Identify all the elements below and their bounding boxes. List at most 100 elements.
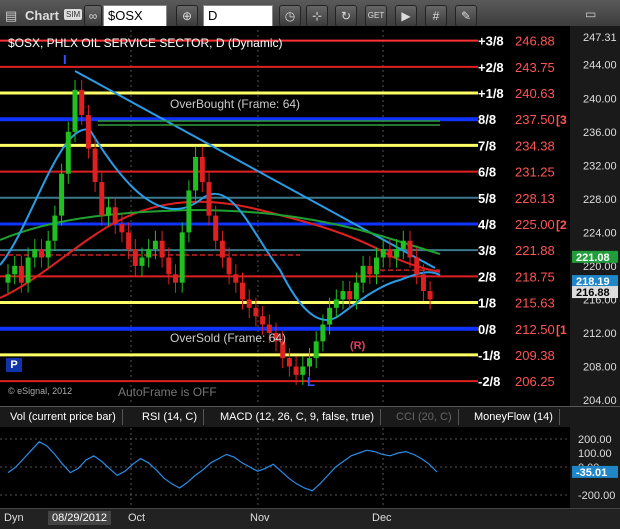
candle-body <box>327 307 333 325</box>
price-axis-label: 208.00 <box>583 361 617 373</box>
murrey-label: 3/8 <box>478 243 496 258</box>
candle-body <box>159 240 165 258</box>
candle-body <box>380 249 386 258</box>
candle-body <box>420 274 426 292</box>
copyright-label: © eSignal, 2012 <box>8 386 73 396</box>
refresh-icon[interactable]: ↻ <box>335 5 357 27</box>
tab-volume[interactable]: Vol (current price bar) <box>4 409 123 425</box>
low-marker: L <box>307 374 315 389</box>
price-tag-text: 221.08 <box>576 252 610 264</box>
tab-cci[interactable]: CCI (20, C) <box>390 409 459 425</box>
play-icon[interactable]: ▶ <box>395 5 417 27</box>
tab-moneyflow[interactable]: MoneyFlow (14) <box>468 409 560 425</box>
high-marker: I <box>63 52 67 67</box>
candle-body <box>293 366 299 375</box>
candle-body <box>139 257 145 266</box>
murrey-value: 243.75 <box>515 60 555 75</box>
candle-body <box>253 307 259 317</box>
candle-body <box>367 265 373 275</box>
get-button[interactable]: GET <box>365 5 387 27</box>
price-tag-text: 216.88 <box>576 287 610 299</box>
cci-axis-label: -200.00 <box>578 490 615 502</box>
candle-body <box>260 316 266 325</box>
murrey-value: 218.75 <box>515 269 555 284</box>
grid-icon[interactable]: # <box>425 5 447 27</box>
date-readout: 08/29/2012 <box>48 511 112 525</box>
candle-body <box>427 291 433 300</box>
candle-body <box>186 190 192 233</box>
price-axis-label: 244.00 <box>583 60 617 72</box>
price-axis-label: 247.31 <box>583 32 617 44</box>
zoom-icon[interactable]: ◷ <box>279 5 301 27</box>
tab-rsi[interactable]: RSI (14, C) <box>136 409 205 425</box>
cci-axis-label: 200.00 <box>578 434 612 446</box>
candle-body <box>18 265 24 283</box>
cci-pane[interactable]: 200.00100.000.00-200.00-35.01 <box>0 427 620 508</box>
autoframe-label: AutoFrame is OFF <box>118 385 217 399</box>
candle-body <box>5 274 11 283</box>
candle-body <box>333 299 339 308</box>
candle-body <box>347 291 353 300</box>
candle-body <box>353 282 359 300</box>
murrey-label: 2/8 <box>478 269 496 284</box>
price-axis-label: 232.00 <box>583 160 617 172</box>
edge-mark: [1 <box>556 323 567 337</box>
candle-body <box>12 265 18 275</box>
month-label-nov: Nov <box>250 512 270 524</box>
murrey-value: 231.25 <box>515 165 555 180</box>
dyn-label[interactable]: Dyn <box>4 512 24 524</box>
candle-body <box>119 223 125 233</box>
reversal-label: (R) <box>350 340 366 352</box>
candle-body <box>146 249 152 258</box>
murrey-label: 8/8 <box>478 112 496 127</box>
link-icon[interactable]: ∞ <box>84 5 102 27</box>
interval-input[interactable]: D <box>203 5 273 27</box>
overbought-label: OverBought (Frame: 64) <box>170 97 301 111</box>
murrey-value: 215.63 <box>515 296 555 311</box>
price-axis-label: 240.00 <box>583 93 617 105</box>
month-label-oct: Oct <box>128 512 146 524</box>
candle-body <box>400 240 406 250</box>
time-axis: Dyn 08/29/2012 Oct Nov Dec <box>0 508 620 529</box>
candle-body <box>226 257 232 275</box>
murrey-label: +3/8 <box>478 34 504 49</box>
murrey-value: 209.38 <box>515 348 555 363</box>
tools-icon[interactable]: ✎ <box>455 5 477 27</box>
edge-mark: [3 <box>556 113 567 127</box>
murrey-label: 1/8 <box>478 296 496 311</box>
candle-body <box>360 265 366 283</box>
p-badge[interactable]: P <box>6 358 22 372</box>
crosshair-icon[interactable]: ⊹ <box>306 5 328 27</box>
candle-body <box>219 240 225 258</box>
candle-body <box>307 358 312 367</box>
murrey-label: 6/8 <box>478 165 496 180</box>
candle-body <box>106 207 111 216</box>
price-axis-bg <box>570 26 620 406</box>
murrey-value: 225.00 <box>515 217 555 232</box>
murrey-label: 5/8 <box>478 191 496 206</box>
candle-body <box>99 182 105 216</box>
candle-body <box>45 240 51 258</box>
candle-body <box>25 257 31 283</box>
price-chart[interactable]: +3/8 246.88 +2/8 243.75 +1/8 240.63 8/8 237.50 7… <box>0 26 620 406</box>
candle-body <box>126 232 132 250</box>
chart-title: $OSX, PHLX OIL SERVICE SECTOR, D (Dynami… <box>8 36 283 50</box>
cursor-icon[interactable]: ⊕ <box>176 5 198 27</box>
price-axis-label: 236.00 <box>583 127 617 139</box>
candle-body <box>340 291 346 300</box>
candle-body <box>313 341 319 359</box>
murrey-label: +2/8 <box>478 60 504 75</box>
candle-body <box>152 240 158 250</box>
murrey-label: +1/8 <box>478 86 504 101</box>
candle-body <box>85 115 91 149</box>
month-label-dec: Dec <box>372 512 392 524</box>
sim-badge: SIM <box>64 9 83 20</box>
murrey-value: 237.50 <box>515 112 555 127</box>
candle-body <box>246 299 252 308</box>
candle-body <box>300 366 306 375</box>
tab-macd[interactable]: MACD (12, 26, C, 9, false, true) <box>214 409 382 425</box>
candle-body <box>193 156 199 191</box>
candle-body <box>92 148 98 183</box>
symbol-input[interactable]: $OSX <box>103 5 167 27</box>
price-axis-label: 212.00 <box>583 328 617 340</box>
